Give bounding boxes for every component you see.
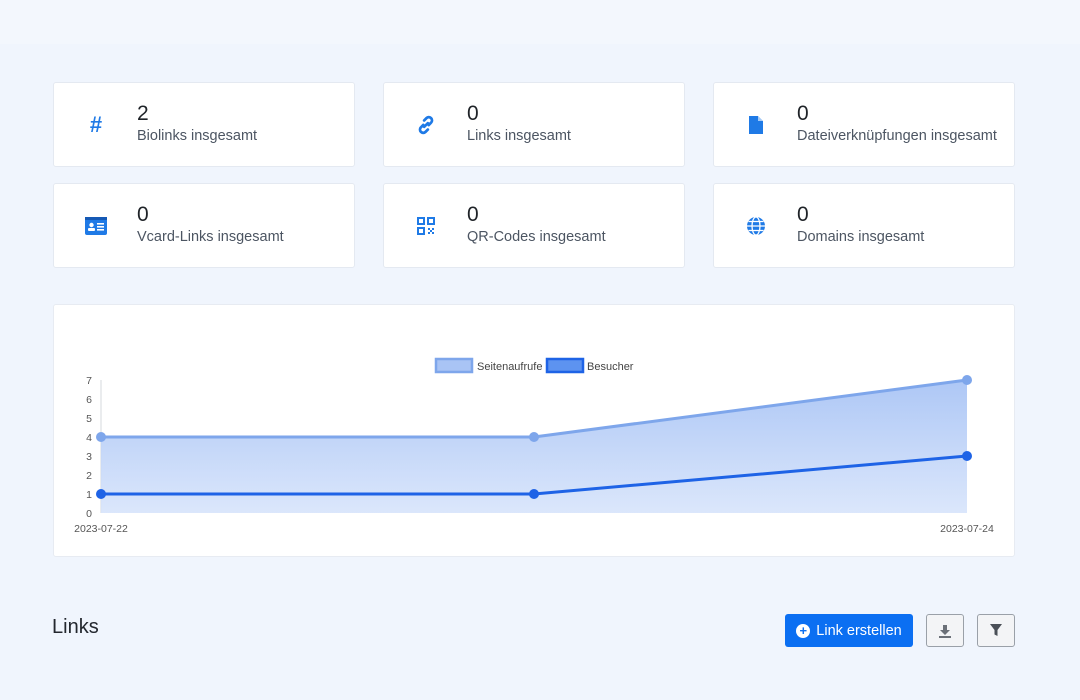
stat-value: 0 (797, 102, 809, 125)
stat-value: 0 (797, 203, 809, 226)
stat-label: QR-Codes insgesamt (467, 229, 606, 245)
pageviews-point[interactable] (96, 432, 106, 442)
filter-button[interactable] (977, 614, 1015, 647)
top-bar (0, 0, 1080, 44)
stat-value: 0 (137, 203, 149, 226)
visitors-point[interactable] (962, 451, 972, 461)
visitors-point[interactable] (96, 489, 106, 499)
x-tick-label: 2023-07-22 (74, 523, 128, 535)
stat-card-files[interactable]: 0 Dateiverknüpfungen insgesamt (713, 82, 1015, 167)
y-tick-label: 4 (86, 432, 92, 444)
download-icon (939, 624, 951, 638)
pageviews-point[interactable] (529, 432, 539, 442)
y-tick-label: 6 (86, 394, 92, 406)
filter-icon (990, 624, 1002, 636)
y-tick-label: 1 (86, 489, 92, 501)
create-link-button[interactable]: + Link erstellen (785, 614, 913, 647)
stat-label: Vcard-Links insgesamt (137, 229, 284, 245)
hash-icon: # (89, 112, 103, 137)
stat-label: Links insgesamt (467, 128, 571, 144)
stat-card-domains[interactable]: 0 Domains insgesamt (713, 183, 1015, 268)
y-tick-label: 5 (86, 413, 92, 425)
create-link-label: Link erstellen (816, 622, 902, 639)
y-tick-label: 3 (86, 451, 92, 463)
stat-label: Biolinks insgesamt (137, 128, 258, 144)
id-card-icon (84, 214, 108, 238)
file-icon (744, 113, 768, 137)
chart-legend: Seitenaufrufe Besucher (434, 357, 634, 374)
stat-card-qrcodes[interactable]: 0 QR-Codes insgesamt (383, 183, 685, 268)
visitors-point[interactable] (529, 489, 539, 499)
stat-card-links[interactable]: 0 Links insgesamt (383, 82, 685, 167)
y-tick-label: 0 (86, 508, 92, 520)
stat-value: 0 (467, 203, 479, 226)
stat-label: Domains insgesamt (797, 229, 925, 245)
y-tick-label: 7 (86, 375, 92, 387)
stat-label: Dateiverknüpfungen insgesamt (797, 128, 997, 144)
legend-swatch-visitors (545, 357, 585, 374)
qrcode-icon (414, 214, 438, 238)
statistics-chart: Seitenaufrufe Besucher 0 1 2 3 4 5 6 7 2023-07-… (74, 357, 994, 535)
y-tick-label: 2 (86, 470, 92, 482)
stat-value: 2 (137, 102, 149, 125)
plus-circle-icon: + (796, 623, 811, 638)
stat-card-vcard[interactable]: 0 Vcard-Links insgesamt (53, 183, 355, 268)
x-tick-label: 2023-07-24 (940, 523, 994, 535)
export-button[interactable] (926, 614, 964, 647)
links-section-title: Links (52, 616, 99, 638)
link-icon (414, 113, 438, 137)
stat-card-biolinks[interactable]: # 2 Biolinks insgesamt (53, 82, 355, 167)
legend-item-visitors[interactable]: Besucher (545, 357, 634, 374)
legend-label-visitors: Besucher (587, 361, 634, 373)
stat-value: 0 (467, 102, 479, 125)
globe-icon (744, 214, 768, 238)
legend-label-pageviews: Seitenaufrufe (477, 361, 542, 373)
legend-item-pageviews[interactable]: Seitenaufrufe (434, 357, 542, 374)
legend-swatch-pageviews (434, 357, 474, 374)
statistics-chart-card: Seitenaufrufe Besucher 0 1 2 3 4 5 6 7 2023-07-… (53, 304, 1015, 557)
pageviews-point[interactable] (962, 375, 972, 385)
